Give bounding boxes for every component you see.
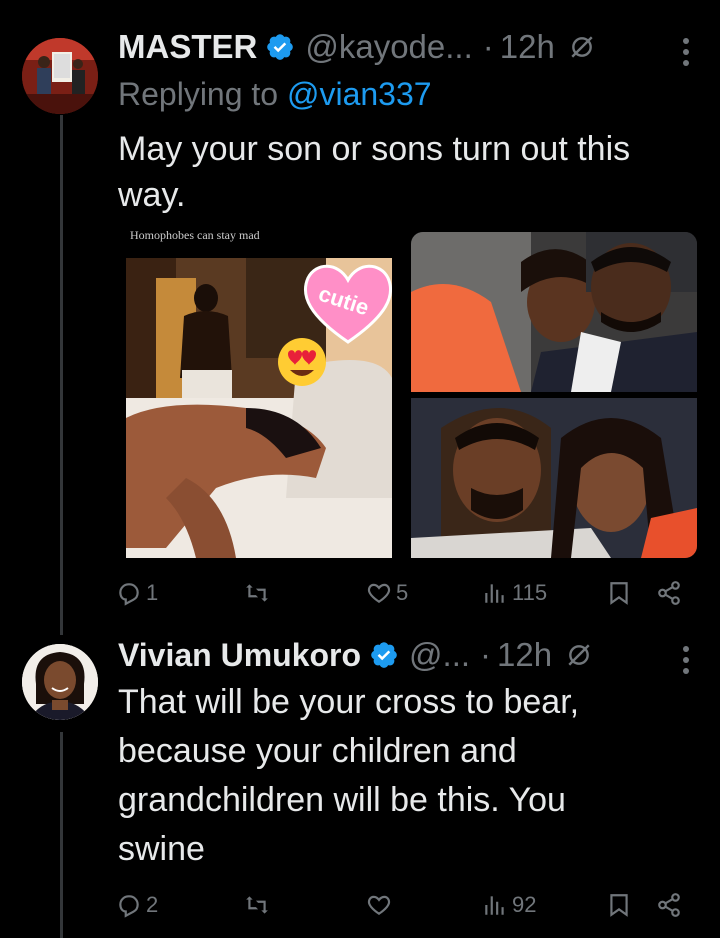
tweet-header: MASTER @kayode... · 12h (118, 28, 595, 66)
tweet-text: May your son or sons turn out this way. (118, 126, 698, 218)
repost-icon (246, 896, 268, 914)
reply-count: 1 (146, 580, 159, 605)
separator-dot: · (482, 28, 494, 65)
author-handle[interactable]: @... (409, 636, 470, 674)
verified-badge-icon (267, 34, 294, 60)
thread-line (60, 115, 63, 635)
grok-icon[interactable] (566, 642, 592, 668)
repost-button[interactable] (244, 580, 274, 606)
tweet-text-line: way. (118, 176, 186, 214)
author-name[interactable]: MASTER (118, 28, 257, 66)
like-icon (367, 583, 391, 603)
like-button[interactable] (366, 892, 396, 918)
timestamp[interactable]: 12h (497, 636, 552, 674)
views-button[interactable]: 115 (482, 580, 547, 606)
tweet-header: Vivian Umukoro @... · 12h (118, 636, 592, 674)
tweet-text-line: swine (118, 830, 205, 868)
media-image-left[interactable]: Homophobes can stay mad cutie (126, 228, 392, 558)
reply-icon (119, 895, 139, 918)
more-icon[interactable] (682, 644, 690, 676)
tweet-text-line: grandchildren will be this. You (118, 781, 566, 819)
more-icon[interactable] (682, 36, 690, 68)
thread-line (60, 732, 63, 938)
tweet-text: That will be your cross to bear, because… (118, 678, 698, 874)
bookmark-button[interactable] (606, 892, 632, 918)
grok-icon[interactable] (569, 34, 595, 60)
bookmark-icon (610, 894, 628, 917)
media-image-bottom-right[interactable] (411, 398, 697, 558)
verified-badge-icon (371, 642, 397, 668)
media-caption: Homophobes can stay mad (130, 228, 260, 242)
repost-button[interactable] (244, 892, 274, 918)
timestamp[interactable]: 12h (500, 28, 555, 66)
like-button[interactable]: 5 (366, 580, 408, 606)
bookmark-icon (610, 582, 628, 605)
views-count: 92 (512, 892, 537, 917)
replying-to: Replying to @vian337 (118, 76, 432, 113)
views-icon (485, 584, 504, 603)
replying-to-mention[interactable]: @vian337 (287, 76, 432, 112)
author-name[interactable]: Vivian Umukoro (118, 637, 361, 674)
reply-button[interactable]: 1 (116, 580, 158, 606)
tweet-text-line: because your children and (118, 732, 517, 770)
views-count: 115 (512, 580, 548, 605)
media-image-top-right[interactable] (411, 232, 697, 392)
cutie-sticker: cutie (300, 256, 392, 346)
repost-icon (246, 584, 268, 602)
replying-to-label: Replying to (118, 76, 287, 112)
reply-button[interactable]: 2 (116, 892, 158, 918)
share-icon (658, 581, 680, 605)
share-icon (658, 893, 680, 917)
views-button[interactable]: 92 (482, 892, 536, 918)
avatar-master[interactable] (22, 38, 98, 114)
tweet-text-line: That will be your cross to bear, (118, 683, 580, 721)
share-button[interactable] (656, 892, 682, 918)
reply-icon (119, 583, 139, 606)
heart-eyes-emoji (276, 336, 328, 388)
like-count: 5 (396, 580, 409, 605)
reply-count: 2 (146, 892, 159, 917)
separator-dot: · (480, 636, 492, 673)
like-icon (367, 895, 391, 915)
avatar-vivian[interactable] (22, 644, 98, 720)
views-icon (485, 896, 504, 915)
author-handle[interactable]: @kayode... (305, 28, 472, 66)
bookmark-button[interactable] (606, 580, 632, 606)
tweet-text-line: May your son or sons turn out this (118, 130, 631, 168)
share-button[interactable] (656, 580, 682, 606)
